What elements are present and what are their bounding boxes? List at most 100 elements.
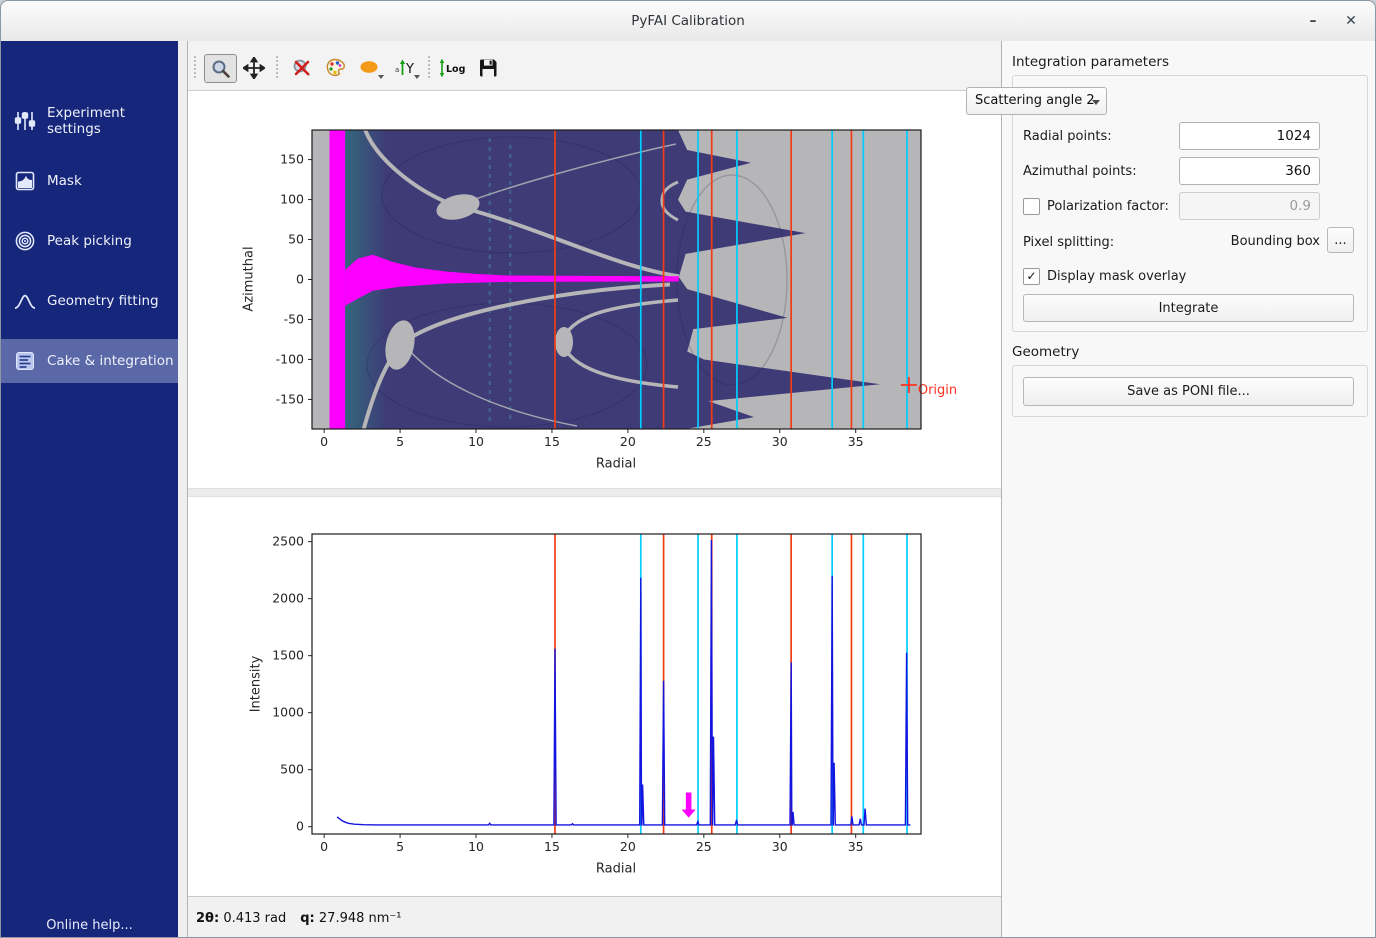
- window-title: PyFAI Calibration: [1, 1, 1375, 41]
- display-mask-label: Display mask overlay: [1047, 269, 1186, 284]
- geometry-group: Save as PONI file...: [1012, 365, 1368, 417]
- plot-toolbar: a Y Log: [188, 41, 1001, 91]
- polarization-input[interactable]: 0.9: [1179, 192, 1320, 220]
- palette-icon: [324, 57, 347, 79]
- x-tick-label: 15: [544, 839, 560, 854]
- move-arrows-icon: [243, 57, 265, 79]
- x-tick-label: 20: [620, 434, 636, 449]
- plot-background: [312, 534, 921, 834]
- mask-tool-button[interactable]: [354, 54, 385, 81]
- target-icon: [13, 229, 37, 253]
- pixel-splitting-value: Bounding box: [1231, 234, 1320, 249]
- chevron-down-icon: [1092, 100, 1100, 105]
- figure-separator: [188, 488, 1001, 497]
- two-theta-label: 2θ:: [196, 911, 219, 926]
- integration-panel: Integration parameters Radial unit: Scat…: [1002, 41, 1376, 938]
- intensity-yaxis-label: Intensity: [249, 656, 264, 713]
- online-help-link[interactable]: Online help...: [1, 918, 178, 933]
- zoom-tool-button[interactable]: [204, 54, 237, 83]
- y-tick-label: -150: [276, 391, 304, 406]
- sidebar-item-experiment-settings[interactable]: Experiment settings: [1, 99, 178, 143]
- pixel-splitting-more-button[interactable]: ...: [1327, 227, 1354, 253]
- geometry-title: Geometry: [1012, 344, 1079, 360]
- zoom-reset-button[interactable]: [286, 54, 317, 81]
- sidebar-item-label: Mask: [47, 173, 82, 189]
- sidebar-item-label: Geometry fitting: [47, 293, 159, 309]
- radial-unit-dropdown[interactable]: Scattering angle 2: [966, 87, 1107, 115]
- save-poni-button[interactable]: Save as PONI file...: [1023, 377, 1354, 406]
- y-tick-label: 150: [280, 152, 304, 167]
- y-tick-label: 500: [280, 762, 304, 777]
- cake-plot-canvas[interactable]: Origin05101520253035-150-100-50050100150: [312, 130, 921, 429]
- display-mask-row: ✓ Display mask overlay: [1023, 262, 1353, 290]
- azimuthal-points-label: Azimuthal points:: [1023, 164, 1137, 179]
- svg-text:Log: Log: [446, 64, 465, 75]
- pyfai-window: PyFAI Calibration – ✕ Experiment setting…: [0, 0, 1376, 938]
- two-theta-value: 0.413 rad: [223, 911, 286, 926]
- q-value: 27.948 nm⁻¹: [319, 911, 402, 926]
- y-tick-label: 50: [288, 232, 304, 247]
- x-tick-label: 30: [772, 839, 788, 854]
- y-tick-label: 2500: [272, 534, 304, 549]
- sidebar-item-peak-picking[interactable]: Peak picking: [1, 219, 178, 263]
- mask-icon: [13, 169, 37, 193]
- x-tick-label: 10: [468, 434, 484, 449]
- sidebar-item-label: Cake & integration: [47, 353, 174, 369]
- display-mask-checkbox[interactable]: ✓: [1023, 268, 1040, 285]
- close-button[interactable]: ✕: [1337, 7, 1365, 35]
- x-tick-label: 5: [396, 839, 404, 854]
- cake-yaxis-label: Azimuthal: [242, 246, 257, 311]
- sliders-icon: [13, 109, 37, 133]
- sidebar-item-geometry-fitting[interactable]: Geometry fitting: [1, 279, 178, 323]
- pan-tool-button[interactable]: [238, 54, 269, 81]
- radial-points-input[interactable]: 1024: [1179, 122, 1320, 150]
- intensity-plot-canvas[interactable]: 0510152025303505001000150020002500: [312, 534, 921, 834]
- toolbar-grip: [276, 56, 281, 78]
- log-scale-button[interactable]: Log: [436, 54, 467, 81]
- x-tick-label: 15: [544, 434, 560, 449]
- q-label: q:: [300, 911, 315, 926]
- y-tick-label: -50: [284, 311, 304, 326]
- integrate-button[interactable]: Integrate: [1023, 294, 1354, 322]
- toolbar-grip: [194, 56, 199, 78]
- x-tick-label: 35: [848, 434, 864, 449]
- status-bar: 2θ: 0.413 rad q: 27.948 nm⁻¹: [188, 896, 1001, 938]
- y-tick-label: 0: [296, 819, 304, 834]
- y-axis-orientation-button[interactable]: a Y: [390, 54, 421, 81]
- y-tick-label: 2000: [272, 591, 304, 606]
- radial-points-label: Radial points:: [1023, 129, 1112, 144]
- save-figure-button[interactable]: [472, 54, 503, 81]
- floppy-icon: [477, 57, 499, 79]
- sidebar-item-cake-integration[interactable]: Cake & integration: [1, 339, 178, 383]
- sidebar: Experiment settings Mask Peak picking Ge…: [1, 41, 178, 938]
- minimize-button[interactable]: –: [1299, 7, 1327, 35]
- azimuthal-points-input[interactable]: 360: [1179, 157, 1320, 185]
- cake-xaxis-label: Radial: [596, 457, 636, 472]
- colormap-button[interactable]: [320, 54, 351, 81]
- x-tick-label: 0: [320, 434, 328, 449]
- toolbar-grip: [428, 56, 433, 78]
- polarization-checkbox[interactable]: [1023, 198, 1040, 215]
- x-tick-label: 25: [696, 839, 712, 854]
- main-plot-area: a Y Log: [188, 41, 1002, 938]
- svg-text:a: a: [395, 66, 399, 74]
- y-tick-label: 1500: [272, 648, 304, 663]
- dropdown-caret: [378, 75, 384, 79]
- intensity-xaxis-label: Radial: [596, 862, 636, 877]
- origin-label: Origin: [918, 383, 957, 398]
- y-tick-label: 0: [296, 272, 304, 287]
- x-tick-label: 35: [848, 839, 864, 854]
- title-bar[interactable]: PyFAI Calibration – ✕: [1, 1, 1375, 42]
- magnifier-cancel-icon: [291, 57, 313, 79]
- x-tick-label: 10: [468, 839, 484, 854]
- integration-parameters-title: Integration parameters: [1012, 54, 1169, 70]
- sidebar-divider: [178, 41, 188, 938]
- x-tick-label: 5: [396, 434, 404, 449]
- sidebar-item-label: Experiment settings: [47, 105, 178, 137]
- x-tick-label: 0: [320, 839, 328, 854]
- peak-curve-icon: [13, 289, 37, 313]
- radial-unit-value: Scattering angle 2: [975, 93, 1095, 108]
- log-arrow-icon: Log: [437, 57, 467, 79]
- y-tick-label: 1000: [272, 705, 304, 720]
- sidebar-item-mask[interactable]: Mask: [1, 159, 178, 203]
